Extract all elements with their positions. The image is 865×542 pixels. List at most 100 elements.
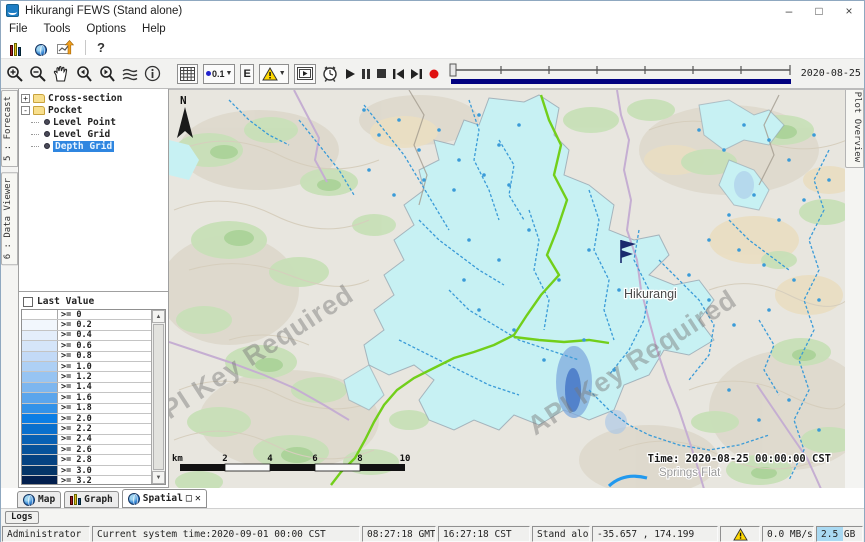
skip-to-start-icon[interactable] bbox=[392, 64, 405, 84]
menu-options[interactable]: Options bbox=[78, 20, 134, 37]
legend-row[interactable]: >= 2.4 bbox=[22, 435, 151, 445]
status-warning-cell[interactable] bbox=[720, 526, 760, 542]
legend-row[interactable]: >= 2.2 bbox=[22, 424, 151, 434]
time-slider-handle bbox=[450, 64, 456, 76]
tree-item-cross-section[interactable]: + Cross-section bbox=[21, 92, 166, 104]
legend-color-swatch bbox=[22, 320, 58, 329]
skip-to-end-icon[interactable] bbox=[410, 64, 423, 84]
menu-file[interactable]: File bbox=[1, 20, 36, 37]
tab-graph[interactable]: Graph bbox=[64, 491, 119, 508]
legend-color-swatch bbox=[22, 393, 58, 402]
pause-icon[interactable] bbox=[361, 64, 371, 84]
pan-hand-icon[interactable] bbox=[52, 64, 70, 84]
close-pane-icon[interactable]: ✕ bbox=[195, 493, 201, 504]
chevron-down-icon: ▼ bbox=[279, 70, 286, 77]
scroll-down-icon[interactable]: ▼ bbox=[152, 471, 165, 484]
legend-row[interactable]: >= 2.8 bbox=[22, 455, 151, 465]
menu-help[interactable]: Help bbox=[134, 20, 174, 37]
time-slider[interactable] bbox=[449, 62, 794, 86]
folder-icon bbox=[33, 106, 45, 115]
tab-data-viewer[interactable]: 6 : Data Viewer bbox=[1, 172, 18, 265]
tree-item-level-point[interactable]: Level Point bbox=[21, 116, 166, 128]
legend-color-swatch bbox=[22, 435, 58, 444]
legend-color-swatch bbox=[22, 372, 58, 381]
zoom-out-icon[interactable] bbox=[29, 64, 47, 84]
layers-icon[interactable] bbox=[121, 64, 139, 84]
animation-button[interactable] bbox=[294, 64, 316, 84]
tab-map[interactable]: Map bbox=[17, 491, 61, 508]
right-tab-strip: 3 : Plot Overview bbox=[845, 89, 864, 488]
tree-item-pocket[interactable]: - Pocket bbox=[21, 104, 166, 116]
last-value-checkbox[interactable] bbox=[23, 297, 33, 307]
map-canvas[interactable]: API Key Required API Key Required Hikura… bbox=[169, 90, 847, 488]
map-display-globe-icon[interactable] bbox=[32, 40, 49, 56]
stop-icon[interactable] bbox=[376, 64, 387, 84]
database-icon[interactable] bbox=[7, 40, 24, 56]
tab-spatial[interactable]: Spatial □ ✕ bbox=[122, 489, 207, 508]
legend-row[interactable]: >= 0.6 bbox=[22, 341, 151, 351]
tab-plot-overview[interactable]: 3 : Plot Overview bbox=[845, 89, 864, 168]
grid-display-button[interactable] bbox=[177, 64, 198, 84]
zoom-next-icon[interactable] bbox=[98, 64, 116, 84]
expand-icon[interactable]: + bbox=[21, 94, 30, 103]
tree-item-level-grid[interactable]: Level Grid bbox=[21, 128, 166, 140]
legend-row[interactable]: >= 1.8 bbox=[22, 404, 151, 414]
legend-row[interactable]: >= 3.0 bbox=[22, 466, 151, 476]
legend-row[interactable]: >= 1.0 bbox=[22, 362, 151, 372]
last-value-row[interactable]: Last Value bbox=[21, 294, 166, 309]
legend-color-swatch bbox=[22, 352, 58, 361]
legend-row[interactable]: >= 1.6 bbox=[22, 393, 151, 403]
status-memory: 2.5 GB bbox=[816, 526, 863, 542]
legend-color-swatch bbox=[22, 455, 58, 464]
legend-scrollbar[interactable]: ▲ ▼ bbox=[151, 310, 165, 484]
place-label-springs-flat: Springs Flat bbox=[659, 467, 721, 479]
legend-row-label: >= 3.2 bbox=[58, 476, 151, 484]
close-button[interactable]: × bbox=[834, 1, 864, 20]
elevation-button[interactable]: E bbox=[240, 64, 253, 84]
help-button[interactable]: ? bbox=[97, 40, 105, 55]
legend-row[interactable]: >= 1.2 bbox=[22, 372, 151, 382]
timeseries-import-icon[interactable] bbox=[57, 40, 74, 56]
restore-pane-icon[interactable]: □ bbox=[186, 493, 192, 504]
menu-tools[interactable]: Tools bbox=[36, 20, 79, 37]
zoom-previous-icon[interactable] bbox=[75, 64, 93, 84]
status-coordinates: -35.657 , 174.199 bbox=[592, 526, 718, 542]
legend-row[interactable]: >= 0.4 bbox=[22, 331, 151, 341]
map-viewport[interactable]: API Key Required API Key Required Hikura… bbox=[169, 89, 864, 488]
status-download-speed: 0.0 MB/s bbox=[762, 526, 814, 542]
legend-row[interactable]: >= 0.8 bbox=[22, 352, 151, 362]
folder-icon bbox=[33, 94, 45, 103]
warning-dropdown[interactable]: ▼ bbox=[259, 64, 289, 84]
left-tab-strip: 5 : Forecast 6 : Data Viewer bbox=[1, 89, 18, 488]
time-span-bar bbox=[451, 79, 791, 84]
tree-item-depth-grid[interactable]: Depth Grid bbox=[21, 140, 166, 152]
legend-row[interactable]: >= 0.2 bbox=[22, 320, 151, 330]
legend-row[interactable]: >= 3.2 bbox=[22, 476, 151, 484]
node-bullet-icon bbox=[44, 131, 50, 137]
legend-row-label: >= 2.0 bbox=[58, 414, 151, 423]
scroll-up-icon[interactable]: ▲ bbox=[152, 310, 165, 323]
legend-row[interactable]: >= 2.0 bbox=[22, 414, 151, 424]
zoom-in-icon[interactable] bbox=[6, 64, 24, 84]
legend-row[interactable]: >= 2.6 bbox=[22, 445, 151, 455]
play-icon[interactable] bbox=[344, 64, 356, 84]
legend-color-swatch bbox=[22, 404, 58, 413]
scrollbar-thumb[interactable] bbox=[153, 324, 164, 470]
toolbar-separator bbox=[85, 40, 86, 55]
legend-row[interactable]: >= 0 bbox=[22, 310, 151, 320]
threshold-dropdown[interactable]: 0.1 ▼ bbox=[203, 64, 235, 84]
minimize-button[interactable]: – bbox=[774, 1, 804, 20]
application-window: Hikurangi FEWS (Stand alone) – □ × File … bbox=[0, 0, 865, 542]
timer-icon[interactable] bbox=[321, 64, 339, 84]
legend-row[interactable]: >= 1.4 bbox=[22, 383, 151, 393]
collapse-icon[interactable]: - bbox=[21, 106, 30, 115]
record-icon[interactable] bbox=[428, 64, 440, 84]
info-icon[interactable] bbox=[144, 64, 161, 84]
node-bullet-icon bbox=[44, 119, 50, 125]
legend-row-label: >= 2.4 bbox=[58, 435, 151, 444]
maximize-button[interactable]: □ bbox=[804, 1, 834, 20]
legend-row-label: >= 3.0 bbox=[58, 466, 151, 475]
tab-forecast[interactable]: 5 : Forecast bbox=[1, 90, 18, 167]
map-time-label: Time: 2020-08-25 00:00:00 CST bbox=[648, 453, 831, 465]
logs-button[interactable]: Logs bbox=[5, 511, 39, 524]
